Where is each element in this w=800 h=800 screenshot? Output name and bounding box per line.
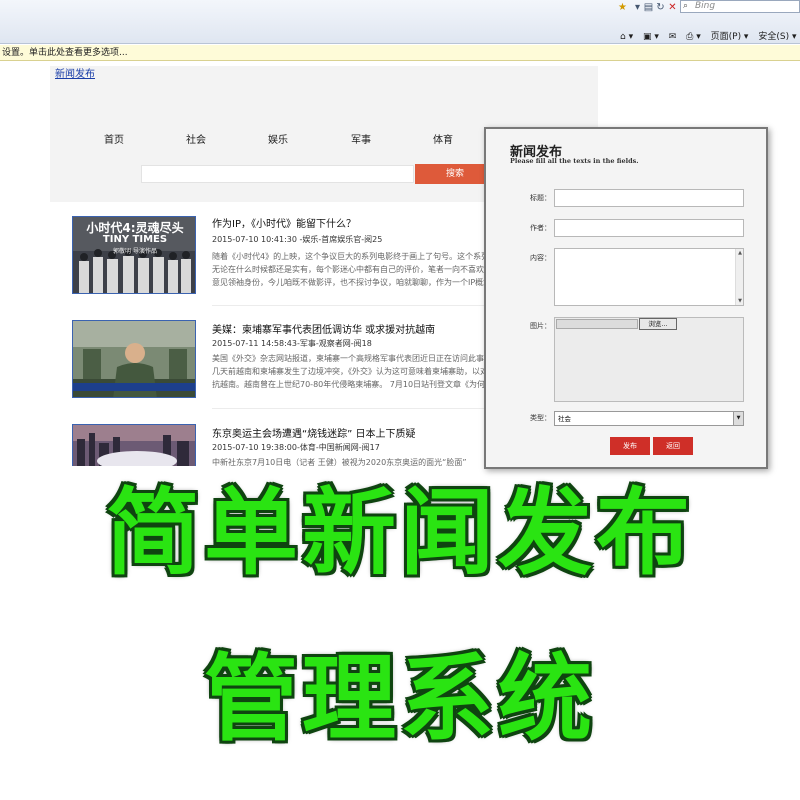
image-upload-area: 浏览... <box>554 317 744 402</box>
site-title-link[interactable]: 新闻发布 <box>55 65 95 80</box>
scroll-up-icon[interactable]: ▲ <box>736 250 744 256</box>
news-title[interactable]: 作为IP，《小时代》能留下什么？ <box>212 215 356 230</box>
browser-search-placeholder: Bing <box>695 1 716 11</box>
title-label: 标题： <box>530 194 551 202</box>
site-search-button[interactable]: 搜索 <box>415 164 495 184</box>
news-meta: 2015-07-11 14:58:43-军事-观察者网-阅18 <box>212 339 372 348</box>
news-summary: 美国《外交》杂志网站报道，柬埔寨一个高规格军事代表团近日正在访问此事。几天前越南… <box>212 354 493 389</box>
author-input[interactable] <box>554 219 744 237</box>
content-label: 内容： <box>530 254 551 262</box>
page-menu[interactable]: 页面(P) ▾ <box>711 32 749 42</box>
poster-caption-small: 郭敬明 导演作品 <box>113 248 157 255</box>
news-divider <box>212 305 494 306</box>
nav-sports[interactable]: 体育 <box>433 131 453 146</box>
promo-headline-line2: 管理系统 <box>203 645 596 754</box>
news-summary: 中新社东京7月10日电（记者 王健）被视为2020东京奥运的面光“脸面” <box>212 458 467 467</box>
mail-icon[interactable]: ✉ <box>669 32 677 42</box>
home-icon[interactable]: ⌂ ▾ <box>620 32 633 42</box>
type-label: 类型： <box>530 414 551 422</box>
site-search-input[interactable] <box>141 165 414 183</box>
news-title[interactable]: 东京奥运主会场遭遇“烧钱迷踪” 日本上下质疑 <box>212 425 416 440</box>
screenshot-stage: ★ ▾ ▤ ↻ ✕ ⌕ Bing ⌂ ▾ ▣ ▾ ✉ ⎙ ▾ 页面(P) ▾ 安… <box>0 0 800 800</box>
news-thumbnail-military[interactable] <box>72 320 196 398</box>
nav-home[interactable]: 首页 <box>104 131 124 146</box>
nav-military[interactable]: 军事 <box>351 131 371 146</box>
title-input[interactable] <box>554 189 744 207</box>
file-path-input[interactable] <box>556 319 638 329</box>
submit-button[interactable]: 发布 <box>610 437 650 455</box>
stop-icon[interactable]: ✕ <box>666 2 679 13</box>
news-summary: 随着《小时代4》的上映，这个争议巨大的系列电影终于画上了句号。这个系列无论在什么… <box>212 252 492 287</box>
author-label: 作者： <box>530 224 551 232</box>
news-thumbnail-stadium[interactable] <box>72 424 196 466</box>
news-thumbnail-tiny-times[interactable]: 小时代4:灵魂尽头 TINY TIMES 郭敬明 导演作品 <box>72 216 196 294</box>
promo-headline-line1: 简单新闻发布 <box>105 479 694 588</box>
back-button[interactable]: 返回 <box>653 437 693 455</box>
browser-toolbar: ★ ▾ ▤ ↻ ✕ ⌕ Bing ⌂ ▾ ▣ ▾ ✉ ⎙ ▾ 页面(P) ▾ 安… <box>0 0 800 44</box>
image-label: 图片： <box>530 322 551 330</box>
print-icon[interactable]: ⎙ ▾ <box>686 32 701 42</box>
news-title[interactable]: 美媒：柬埔寨军事代表团低调访华 或求援对抗越南 <box>212 321 435 336</box>
stadium-image <box>73 425 195 466</box>
search-icon: ⌕ <box>683 1 689 11</box>
nav-entertainment[interactable]: 娱乐 <box>268 131 288 146</box>
news-meta: 2015-07-10 10:41:30 -娱乐-首席娱乐官-阅25 <box>212 235 383 244</box>
publish-dialog: 新闻发布 Please fill all the texts in the fi… <box>484 127 768 469</box>
safety-menu[interactable]: 安全(S) ▾ <box>758 32 796 42</box>
scroll-down-icon[interactable]: ▼ <box>736 298 744 304</box>
military-meeting-image <box>73 321 195 397</box>
type-selected-value: 社会 <box>558 415 571 423</box>
dialog-subtitle: Please fill all the texts in the fields. <box>510 157 639 165</box>
type-select[interactable]: 社会 ▼ <box>554 411 744 426</box>
command-bar: ⌂ ▾ ▣ ▾ ✉ ⎙ ▾ 页面(P) ▾ 安全(S) ▾ 工具 <box>620 30 800 44</box>
news-meta: 2015-07-10 19:38:00-体育-中国新闻网-阅17 <box>212 443 380 452</box>
feeds-icon[interactable]: ▣ ▾ <box>643 32 659 42</box>
content-textarea[interactable]: ▲ ▼ <box>554 248 744 306</box>
chevron-down-icon[interactable]: ▼ <box>733 412 743 425</box>
news-divider <box>212 408 494 409</box>
nav-society[interactable]: 社会 <box>186 131 206 146</box>
information-bar[interactable]: 设置。单击此处查看更多选项... <box>0 45 800 61</box>
content-scrollbar[interactable]: ▲ ▼ <box>735 249 743 305</box>
browse-button[interactable]: 浏览... <box>639 318 677 330</box>
poster-caption-en: TINY TIMES <box>102 234 168 245</box>
browser-search-input[interactable]: ⌕ Bing <box>680 0 800 13</box>
favorites-icon[interactable]: ★ <box>616 2 629 13</box>
